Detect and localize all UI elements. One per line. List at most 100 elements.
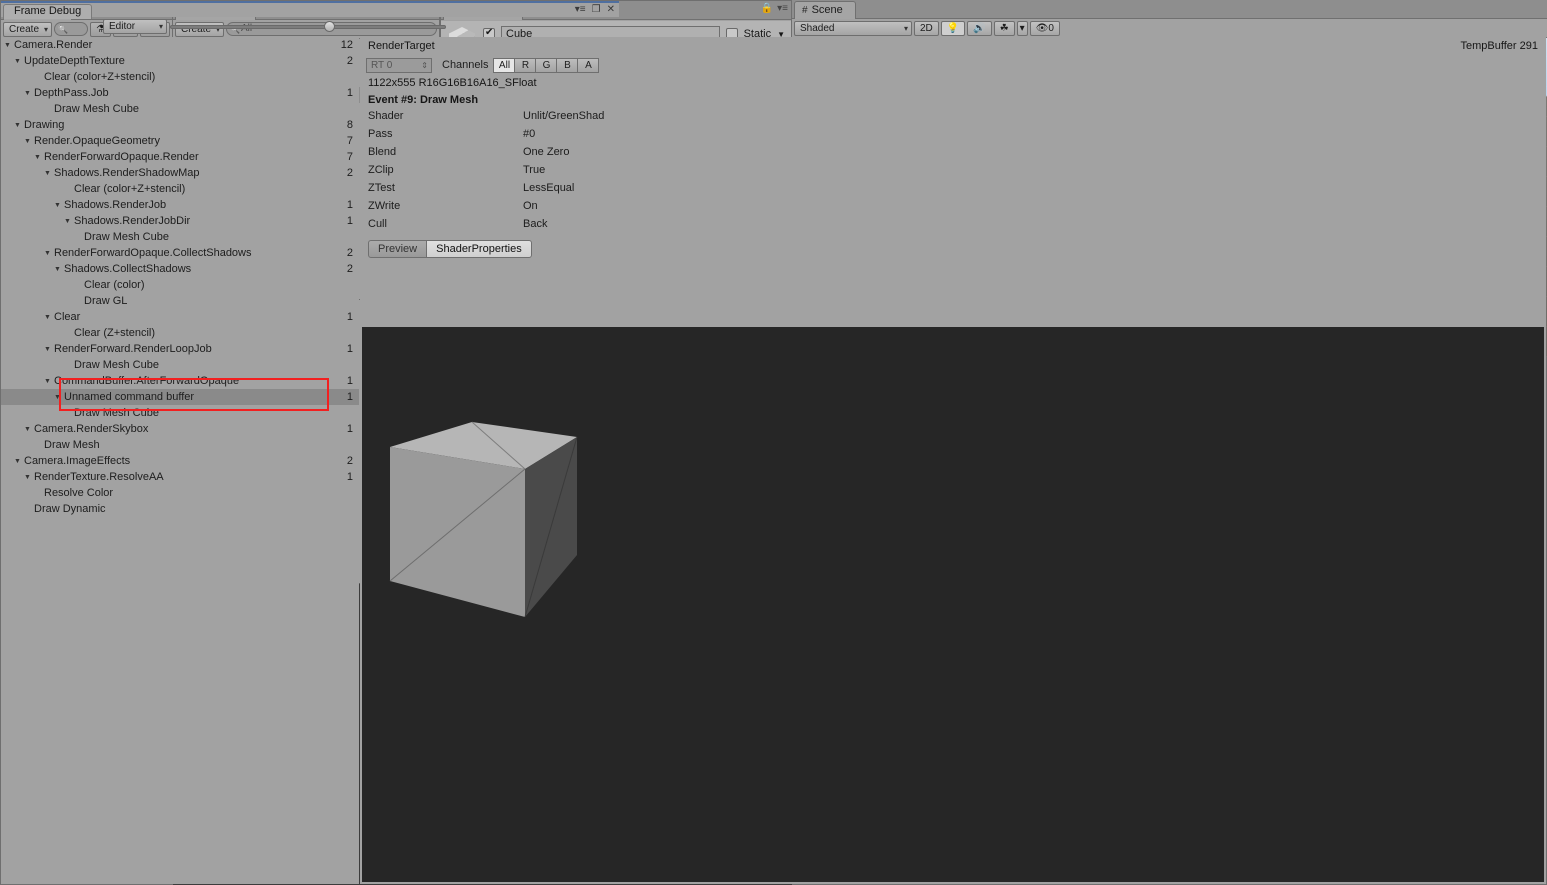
event-foldout[interactable]: ▼ — [53, 266, 62, 273]
frame-debugger-tree[interactable]: ▼Camera.Render12▼UpdateDepthTexture2Clea… — [1, 37, 359, 884]
event-foldout[interactable]: ▼ — [53, 394, 62, 401]
preview-tab-preview[interactable]: Preview — [368, 240, 427, 258]
frame-event-row[interactable]: Draw Mesh — [1, 437, 359, 453]
event-label: Camera.ImageEffects — [22, 455, 333, 467]
event-label: Draw GL — [82, 295, 333, 307]
event-drawcall-count: 1 — [333, 375, 359, 387]
frame-event-row[interactable]: ▼CommandBuffer.AfterForwardOpaque1 — [1, 373, 359, 389]
frame-debugger-titlebar: Frame Debug ▾≡ ❐ ✕ — [1, 1, 619, 17]
frame-event-row[interactable]: ▼Render.OpaqueGeometry7 — [1, 133, 359, 149]
target-dropdown[interactable]: Editor — [103, 19, 167, 34]
event-foldout[interactable]: ▼ — [23, 90, 32, 97]
event-drawcall-count: 1 — [333, 343, 359, 355]
tab-frame-debug[interactable]: Frame Debug — [3, 4, 92, 19]
event-drawcall-count: 12 — [333, 39, 359, 51]
event-drawcall-count: 7 — [333, 135, 359, 147]
event-foldout[interactable]: ▼ — [23, 426, 32, 433]
frame-event-row[interactable]: ▼Shadows.RenderJob1 — [1, 197, 359, 213]
event-drawcall-count: 8 — [333, 119, 359, 131]
frame-event-row[interactable]: ▼RenderForwardOpaque.CollectShadows2 — [1, 245, 359, 261]
frame-event-row[interactable]: ▼Camera.RenderSkybox1 — [1, 421, 359, 437]
preview-tab-shaderproperties[interactable]: ShaderProperties — [426, 240, 532, 258]
lock-icon[interactable]: 🔒 — [761, 3, 773, 14]
event-foldout[interactable]: ▼ — [13, 458, 22, 465]
rt-select-dropdown[interactable]: RT 0 — [366, 58, 432, 73]
property-value: On — [523, 200, 538, 218]
event-label: Draw Mesh Cube — [72, 359, 333, 371]
frame-event-row[interactable]: ▼Camera.ImageEffects2 — [1, 453, 359, 469]
frame-event-row[interactable]: ▼RenderTexture.ResolveAA1 — [1, 469, 359, 485]
maximize-icon[interactable]: ❐ — [592, 4, 601, 15]
frame-event-row[interactable]: ▼Clear1 — [1, 309, 359, 325]
frame-event-row[interactable]: ▼Unnamed command buffer1 — [1, 389, 359, 405]
event-foldout[interactable]: ▼ — [3, 42, 12, 49]
frame-event-row[interactable]: ▼Camera.Render12 — [1, 37, 359, 53]
tab-scene[interactable]: # Scene — [794, 1, 856, 19]
effects-icon[interactable]: ☘ — [994, 21, 1015, 36]
menu-icon[interactable]: ▾≡ — [777, 3, 788, 14]
preview-tabs: PreviewShaderProperties — [360, 236, 1546, 261]
event-foldout[interactable]: ▼ — [33, 154, 42, 161]
event-foldout[interactable]: ▼ — [43, 378, 52, 385]
frame-event-row[interactable]: Draw Dynamic — [1, 501, 359, 517]
frame-event-row[interactable]: Clear (Z+stencil) — [1, 325, 359, 341]
frame-event-row[interactable]: Clear (color+Z+stencil) — [1, 181, 359, 197]
hidden-count-label: 0 — [1048, 22, 1054, 35]
frame-event-row[interactable]: ▼RenderForwardOpaque.Render7 — [1, 149, 359, 165]
event-label: Drawing — [22, 119, 333, 131]
menu-icon[interactable]: ▾≡ — [575, 4, 586, 15]
event-label: RenderTexture.ResolveAA — [32, 471, 333, 483]
event-label: Resolve Color — [42, 487, 333, 499]
event-label: Render.OpaqueGeometry — [32, 135, 333, 147]
channel-button-b[interactable]: B — [556, 58, 578, 73]
frame-event-row[interactable]: ▼Shadows.RenderShadowMap2 — [1, 165, 359, 181]
shading-mode-dropdown[interactable]: Shaded — [794, 21, 912, 36]
eye-off-icon: 👁 — [1036, 22, 1049, 35]
property-key: ZWrite — [368, 200, 523, 218]
channels-label: Channels — [442, 59, 488, 71]
event-foldout[interactable]: ▼ — [23, 138, 32, 145]
event-foldout[interactable]: ▼ — [43, 170, 52, 177]
event-title: Event #9: Draw Mesh — [360, 91, 1546, 110]
close-icon[interactable]: ✕ — [607, 4, 615, 15]
frame-event-row[interactable]: ▼Shadows.CollectShadows2 — [1, 261, 359, 277]
event-property-row: BlendOne Zero — [360, 146, 1546, 164]
frame-event-row[interactable]: ▼Shadows.RenderJobDir1 — [1, 213, 359, 229]
frame-event-row[interactable]: Resolve Color — [1, 485, 359, 501]
event-foldout[interactable]: ▼ — [13, 58, 22, 65]
frame-event-row[interactable]: Clear (color+Z+stencil) — [1, 69, 359, 85]
event-foldout[interactable]: ▼ — [23, 474, 32, 481]
effects-dropdown-icon[interactable]: ▾ — [1017, 21, 1028, 36]
frame-event-row[interactable]: ▼DepthPass.Job1 — [1, 85, 359, 101]
frame-event-row[interactable]: Draw GL — [1, 293, 359, 309]
event-label: RenderForwardOpaque.CollectShadows — [52, 247, 333, 259]
frame-event-row[interactable]: Draw Mesh Cube — [1, 405, 359, 421]
frame-event-row[interactable]: ▼UpdateDepthTexture2 — [1, 53, 359, 69]
event-foldout[interactable]: ▼ — [43, 250, 52, 257]
event-label: Draw Mesh Cube — [72, 407, 333, 419]
channel-button-a[interactable]: A — [577, 58, 599, 73]
frame-event-row[interactable]: Clear (color) — [1, 277, 359, 293]
search-input[interactable] — [54, 22, 88, 36]
hidden-objects-button[interactable]: 👁 0 — [1030, 21, 1060, 36]
channel-button-g[interactable]: G — [535, 58, 557, 73]
channels-row: RT 0 Channels AllRGBA — [360, 56, 1546, 74]
toggle-2d-button[interactable]: 2D — [914, 21, 939, 36]
frame-event-row[interactable]: Draw Mesh Cube — [1, 357, 359, 373]
channel-button-r[interactable]: R — [514, 58, 536, 73]
event-foldout[interactable]: ▼ — [63, 218, 72, 225]
frame-event-row[interactable]: Draw Mesh Cube — [1, 101, 359, 117]
channel-button-all[interactable]: All — [493, 58, 515, 73]
preview-pane — [362, 327, 1544, 882]
lighting-icon[interactable]: 💡 — [941, 21, 965, 36]
audio-icon[interactable]: 🔊 — [967, 21, 991, 36]
event-foldout[interactable]: ▼ — [43, 346, 52, 353]
event-foldout[interactable]: ▼ — [43, 314, 52, 321]
create-button[interactable]: Create — [3, 22, 52, 37]
frame-event-row[interactable]: ▼RenderForward.RenderLoopJob1 — [1, 341, 359, 357]
event-slider[interactable] — [170, 20, 446, 33]
frame-event-row[interactable]: Draw Mesh Cube — [1, 229, 359, 245]
event-foldout[interactable]: ▼ — [13, 122, 22, 129]
frame-event-row[interactable]: ▼Drawing8 — [1, 117, 359, 133]
event-foldout[interactable]: ▼ — [53, 202, 62, 209]
